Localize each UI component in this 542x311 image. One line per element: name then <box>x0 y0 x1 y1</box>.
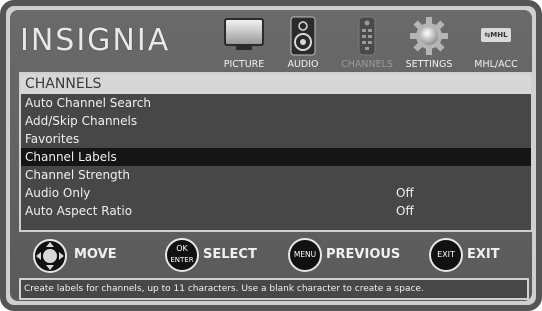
tab-mhl-acc[interactable]: ⇆MHL MHL/ACC <box>465 14 527 72</box>
tab-channels[interactable]: CHANNELS <box>338 14 396 72</box>
menu-item-label: Favorites <box>25 132 80 146</box>
menu-item-auto-aspect-ratio[interactable]: Auto Aspect Ratio Off <box>21 202 531 220</box>
tab-picture-label: PICTURE <box>223 59 265 70</box>
exit-button[interactable]: EXIT <box>429 238 463 272</box>
enter-text: ENTER <box>170 256 194 264</box>
dpad-icon <box>33 239 67 273</box>
header: INSIGNIA PICTURE AUDIO CHANNELS SETTINGS… <box>10 10 532 70</box>
menu-item-favorites[interactable]: Favorites <box>21 130 531 148</box>
menu-item-label: Auto Aspect Ratio <box>25 204 133 218</box>
menu-item-audio-only[interactable]: Audio Only Off <box>21 184 531 202</box>
menu-item-channel-strength[interactable]: Channel Strength <box>21 166 531 184</box>
menu-item-label: Add/Skip Channels <box>25 114 138 128</box>
auto-aspect-ratio-value: Off <box>396 204 414 218</box>
remote-icon <box>358 16 376 56</box>
menu-item-add-skip-channels[interactable]: Add/Skip Channels <box>21 112 531 130</box>
menu-item-label: Channel Labels <box>25 150 117 164</box>
help-text: Create labels for channels, up to 11 cha… <box>19 278 529 300</box>
tab-audio-label: AUDIO <box>287 59 319 70</box>
tab-settings[interactable]: SETTINGS <box>401 14 457 72</box>
tab-channels-label: CHANNELS <box>341 59 393 70</box>
menu-title: CHANNELS <box>21 74 531 94</box>
tab-picture[interactable]: PICTURE <box>215 14 273 72</box>
channels-menu: CHANNELS Auto Channel Search Add/Skip Ch… <box>19 72 533 232</box>
menu-button[interactable]: MENU <box>288 238 322 272</box>
select-hint: OK ENTER SELECT <box>165 238 275 274</box>
exit-label: EXIT <box>467 247 500 262</box>
move-hint: MOVE <box>32 238 132 274</box>
ok-enter-button[interactable]: OK ENTER <box>165 238 199 272</box>
speaker-icon <box>290 16 316 56</box>
exit-hint: EXIT EXIT <box>429 238 519 274</box>
previous-hint: MENU PREVIOUS <box>288 238 418 274</box>
osd-panel: INSIGNIA PICTURE AUDIO CHANNELS SETTINGS… <box>10 10 533 301</box>
menu-item-label: Audio Only <box>25 186 91 200</box>
menu-item-auto-channel-search[interactable]: Auto Channel Search <box>21 94 531 112</box>
select-label: SELECT <box>203 247 257 262</box>
mhl-icon: ⇆MHL <box>481 28 511 42</box>
audio-only-value: Off <box>396 186 414 200</box>
tv-osd-frame: INSIGNIA PICTURE AUDIO CHANNELS SETTINGS… <box>0 0 542 311</box>
control-hints: MOVE OK ENTER SELECT MENU PREVIOUS EXIT … <box>10 238 532 274</box>
brand-logo: INSIGNIA <box>20 23 171 58</box>
move-label: MOVE <box>74 247 117 262</box>
mhl-icon-text: ⇆MHL <box>484 31 508 39</box>
ok-text: OK <box>176 244 188 253</box>
tv-icon <box>224 18 264 50</box>
gear-icon <box>410 17 448 55</box>
menu-item-label: Auto Channel Search <box>25 96 151 110</box>
menu-item-label: Channel Strength <box>25 168 130 182</box>
tab-settings-label: SETTINGS <box>405 59 453 70</box>
previous-label: PREVIOUS <box>326 247 401 262</box>
tab-mhl-acc-label: MHL/ACC <box>474 59 518 70</box>
tab-audio[interactable]: AUDIO <box>278 14 328 72</box>
menu-item-channel-labels[interactable]: Channel Labels <box>21 148 531 166</box>
